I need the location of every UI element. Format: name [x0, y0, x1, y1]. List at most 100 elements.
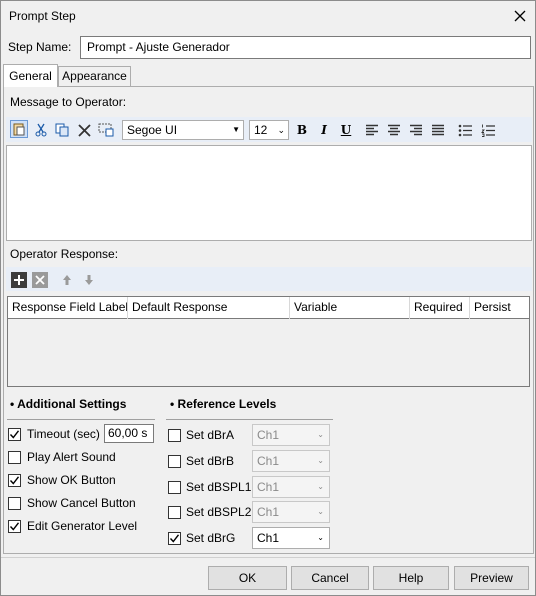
column-header[interactable]: Persist — [470, 297, 529, 319]
move-down-button[interactable] — [80, 271, 97, 288]
justify-icon — [432, 124, 444, 136]
align-left-icon — [366, 124, 378, 136]
timeout-checkbox[interactable] — [8, 428, 21, 441]
dbspl1-channel-value: Ch1 — [257, 480, 280, 494]
tab-general[interactable]: General — [3, 64, 58, 87]
underline-button[interactable]: U — [337, 121, 355, 139]
justify-button[interactable] — [429, 121, 447, 139]
show-ok-button-checkbox[interactable] — [8, 474, 21, 487]
additional-settings-heading: • Additional Settings — [10, 397, 127, 411]
dbrg-channel-select[interactable]: Ch1 ⌄ — [252, 527, 330, 549]
dbspl2-channel-value: Ch1 — [257, 505, 280, 519]
bold-button[interactable]: B — [293, 121, 311, 139]
tab-appearance[interactable]: Appearance — [58, 66, 131, 87]
checkmark-icon — [9, 430, 20, 439]
italic-button[interactable]: I — [315, 121, 333, 139]
checkmark-icon — [169, 534, 180, 543]
set-dbrg-checkbox[interactable] — [168, 532, 181, 545]
align-center-button[interactable] — [385, 121, 403, 139]
bullet-list-icon — [458, 124, 472, 136]
response-table-body[interactable] — [7, 319, 530, 387]
timeout-label: Timeout (sec) — [27, 427, 100, 441]
dbrg-channel-value: Ch1 — [257, 531, 280, 545]
dbspl1-channel-select[interactable]: Ch1 ⌄ — [252, 476, 330, 498]
cut-button[interactable] — [32, 121, 50, 139]
ok-button[interactable]: OK — [208, 566, 287, 590]
help-button[interactable]: Help — [373, 566, 449, 590]
move-up-button[interactable] — [58, 271, 75, 288]
set-dbspl2-checkbox[interactable] — [168, 506, 181, 519]
edit-generator-level-label: Edit Generator Level — [27, 519, 138, 533]
add-response-button[interactable] — [10, 271, 27, 288]
set-dbspl1-checkbox[interactable] — [168, 481, 181, 494]
column-header[interactable]: Variable — [290, 297, 410, 319]
divider — [7, 419, 155, 420]
step-name-input[interactable]: Prompt - Ajuste Generador — [80, 36, 531, 59]
numbered-list-button[interactable] — [479, 121, 497, 139]
cut-icon — [35, 123, 47, 137]
paste-button[interactable] — [10, 120, 28, 138]
chevron-down-icon: ⌄ — [317, 430, 324, 439]
chevron-down-icon: ⌄ — [317, 482, 324, 491]
message-editor[interactable] — [6, 145, 532, 241]
numbered-list-icon — [480, 124, 495, 137]
set-dbra-checkbox[interactable] — [168, 429, 181, 442]
operator-response-label: Operator Response: — [10, 247, 119, 261]
dbra-channel-select[interactable]: Ch1 ⌄ — [252, 424, 330, 446]
play-alert-sound-label: Play Alert Sound — [27, 450, 116, 464]
set-dbra-label: Set dBrA — [186, 428, 235, 442]
chevron-down-icon: ⌄ — [317, 533, 324, 542]
remove-icon — [31, 271, 48, 288]
chevron-down-icon: ▼ — [232, 125, 240, 134]
bold-icon: B — [296, 123, 308, 137]
remove-response-button[interactable] — [31, 271, 48, 288]
font-size-select[interactable]: 12 ⌄ — [249, 120, 289, 140]
checkmark-icon — [9, 476, 20, 485]
align-center-icon — [388, 124, 400, 136]
arrow-down-icon — [84, 274, 93, 285]
step-name-label: Step Name: — [8, 40, 72, 54]
chevron-down-icon: ⌄ — [317, 507, 324, 516]
play-alert-sound-checkbox[interactable] — [8, 451, 21, 464]
copy-icon — [55, 123, 69, 137]
align-right-icon — [410, 124, 422, 136]
additional-settings-title: Additional Settings — [17, 397, 127, 411]
column-header[interactable]: Default Response — [128, 297, 290, 319]
insert-field-button[interactable] — [97, 121, 115, 139]
font-family-select[interactable]: Segoe UI ▼ — [122, 120, 244, 140]
delete-icon — [77, 123, 91, 137]
align-right-button[interactable] — [407, 121, 425, 139]
paste-icon — [13, 123, 25, 136]
font-size-value: 12 — [254, 123, 268, 137]
column-header[interactable]: Response Field Label — [8, 297, 128, 319]
set-dbrb-checkbox[interactable] — [168, 455, 181, 468]
show-cancel-button-label: Show Cancel Button — [27, 496, 136, 510]
copy-button[interactable] — [53, 121, 71, 139]
show-ok-button-label: Show OK Button — [27, 473, 116, 487]
column-header[interactable]: Required — [410, 297, 470, 319]
chevron-down-icon: ⌄ — [317, 456, 324, 465]
underline-icon: U — [340, 123, 352, 137]
reference-levels-title: Reference Levels — [177, 397, 277, 411]
dbrb-channel-select[interactable]: Ch1 ⌄ — [252, 450, 330, 472]
add-icon — [10, 271, 27, 288]
bullet-list-button[interactable] — [456, 121, 474, 139]
preview-button[interactable]: Preview — [454, 566, 529, 590]
show-cancel-button-checkbox[interactable] — [8, 497, 21, 510]
italic-icon: I — [321, 123, 327, 137]
cancel-button[interactable]: Cancel — [291, 566, 369, 590]
close-icon — [514, 10, 526, 22]
window-title: Prompt Step — [9, 9, 76, 23]
set-dbrg-label: Set dBrG — [186, 531, 236, 545]
delete-button[interactable] — [75, 121, 93, 139]
align-left-button[interactable] — [363, 121, 381, 139]
edit-generator-level-checkbox[interactable] — [8, 520, 21, 533]
font-family-value: Segoe UI — [127, 123, 178, 137]
set-dbspl1-label: Set dBSPL1 — [186, 480, 252, 494]
dbspl2-channel-select[interactable]: Ch1 ⌄ — [252, 501, 330, 523]
close-button[interactable] — [508, 4, 532, 28]
divider — [166, 419, 333, 420]
arrow-up-icon — [62, 274, 71, 285]
set-dbrb-label: Set dBrB — [186, 454, 235, 468]
timeout-input[interactable]: 60,00 s — [104, 424, 154, 443]
